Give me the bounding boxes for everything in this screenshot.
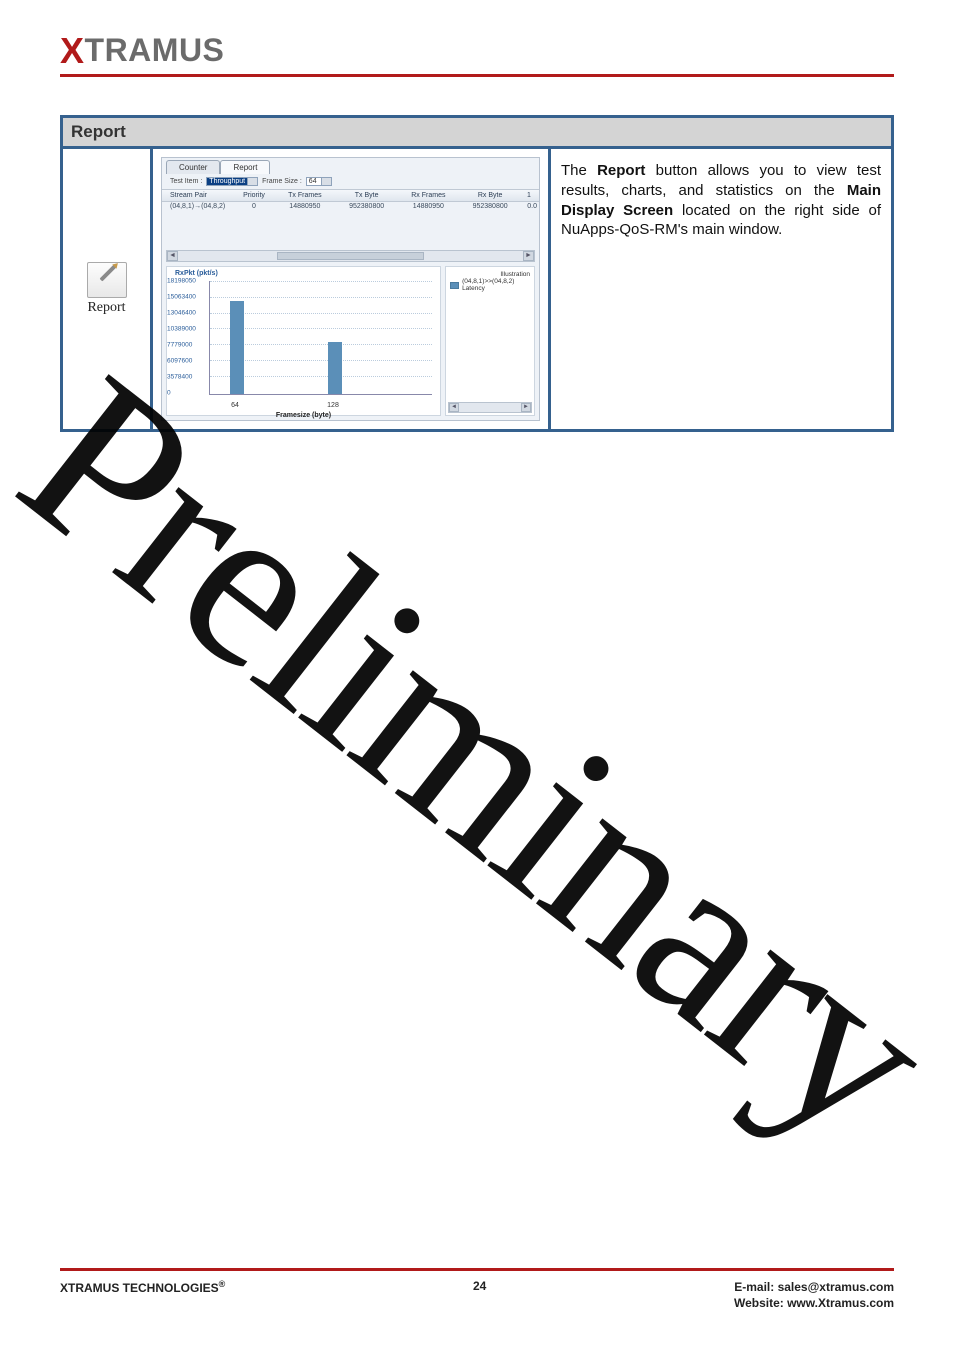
report-block: Report Report Counter Report Test Item :… xyxy=(60,115,894,432)
ytick: 3578400 xyxy=(167,374,192,381)
embedded-app-panel: Counter Report Test Item : Throughput Fr… xyxy=(161,157,540,421)
frame-size-label: Frame Size : xyxy=(262,178,302,185)
ytick: 7779000 xyxy=(167,342,192,349)
table-row: (04,8,1)→(04,8,2) 0 14880950 952380800 1… xyxy=(162,202,539,211)
ytick: 13046400 xyxy=(167,310,196,317)
tab-counter[interactable]: Counter xyxy=(166,160,220,174)
test-item-label: Test Item : xyxy=(170,178,202,185)
chart-bar xyxy=(328,342,342,394)
report-description: The Report button allows you to view tes… xyxy=(551,149,891,429)
cell-last: 0.0 xyxy=(521,203,537,210)
frame-size-select[interactable]: 64 xyxy=(306,177,332,186)
scroll-left-icon[interactable]: ◄ xyxy=(449,403,459,412)
col-last: 1 xyxy=(521,190,537,201)
legend-hscroll[interactable]: ◄ ► xyxy=(448,402,532,413)
footer-contact: E-mail: sales@xtramus.com Website: www.X… xyxy=(734,1279,894,1311)
scroll-thumb[interactable] xyxy=(277,252,424,260)
report-screenshot-cell: Counter Report Test Item : Throughput Fr… xyxy=(153,149,551,429)
footer-page-number: 24 xyxy=(473,1279,486,1293)
watermark-text: Preliminary xyxy=(0,322,954,1191)
chart-xlabel: Framesize (byte) xyxy=(167,412,440,419)
cell-stream-pair: (04,8,1)→(04,8,2) xyxy=(164,203,234,210)
scroll-right-icon[interactable]: ► xyxy=(521,403,531,412)
legend-swatch xyxy=(450,282,459,289)
col-rx-byte: Rx Byte xyxy=(459,190,521,201)
chart-panel: RxPkt (pkt/s) 18198050 15063400 13046400… xyxy=(166,266,441,416)
grid-header: Stream Pair Priority Tx Frames Tx Byte R… xyxy=(162,189,539,202)
report-pencil-icon xyxy=(87,262,127,298)
cell-priority: 0 xyxy=(234,203,274,210)
legend-title: Illustration xyxy=(500,271,530,278)
report-section-title: Report xyxy=(63,118,891,149)
ytick: 18198050 xyxy=(167,278,196,285)
cell-tx-frames: 14880950 xyxy=(274,203,336,210)
footer-rule xyxy=(60,1268,894,1271)
ytick: 10389000 xyxy=(167,326,196,333)
chart-legend-panel: Illustration (04,8,1)>>(04,8,2) Latency … xyxy=(445,266,535,416)
cell-tx-byte: 952380800 xyxy=(336,203,398,210)
xtick: 128 xyxy=(327,402,339,409)
report-toolbar-button[interactable]: Report xyxy=(87,262,127,316)
col-tx-frames: Tx Frames xyxy=(274,190,336,201)
grid-hscroll[interactable]: ◄ ► xyxy=(166,250,535,262)
cell-rx-frames: 14880950 xyxy=(398,203,460,210)
legend-series: (04,8,1)>>(04,8,2) Latency xyxy=(462,278,530,292)
test-item-select[interactable]: Throughput xyxy=(206,177,258,186)
col-priority: Priority xyxy=(234,190,274,201)
page-footer: XTRAMUS TECHNOLOGIES® 24 E-mail: sales@x… xyxy=(60,1268,894,1311)
chart-title: RxPkt (pkt/s) xyxy=(175,270,218,277)
col-rx-frames: Rx Frames xyxy=(398,190,460,201)
chart-plot xyxy=(209,281,432,395)
scroll-right-icon[interactable]: ► xyxy=(523,251,534,261)
footer-company: XTRAMUS TECHNOLOGIES® xyxy=(60,1279,225,1295)
scroll-left-icon[interactable]: ◄ xyxy=(167,251,178,261)
ytick: 0 xyxy=(167,390,171,397)
col-stream-pair: Stream Pair xyxy=(164,190,234,201)
cell-rx-byte: 952380800 xyxy=(459,203,521,210)
brand-rest: TRAMUS xyxy=(85,32,225,68)
ytick: 15063400 xyxy=(167,294,196,301)
brand-x: X xyxy=(60,30,85,71)
col-tx-byte: Tx Byte xyxy=(336,190,398,201)
tab-report[interactable]: Report xyxy=(220,160,270,174)
ytick: 6097600 xyxy=(167,358,192,365)
chart-bar xyxy=(230,301,244,394)
xtick: 64 xyxy=(231,402,239,409)
report-left-cell: Report xyxy=(63,149,153,429)
brand-logo: XTRAMUS xyxy=(60,30,224,72)
header-rule xyxy=(60,74,894,77)
report-button-label: Report xyxy=(87,300,127,316)
